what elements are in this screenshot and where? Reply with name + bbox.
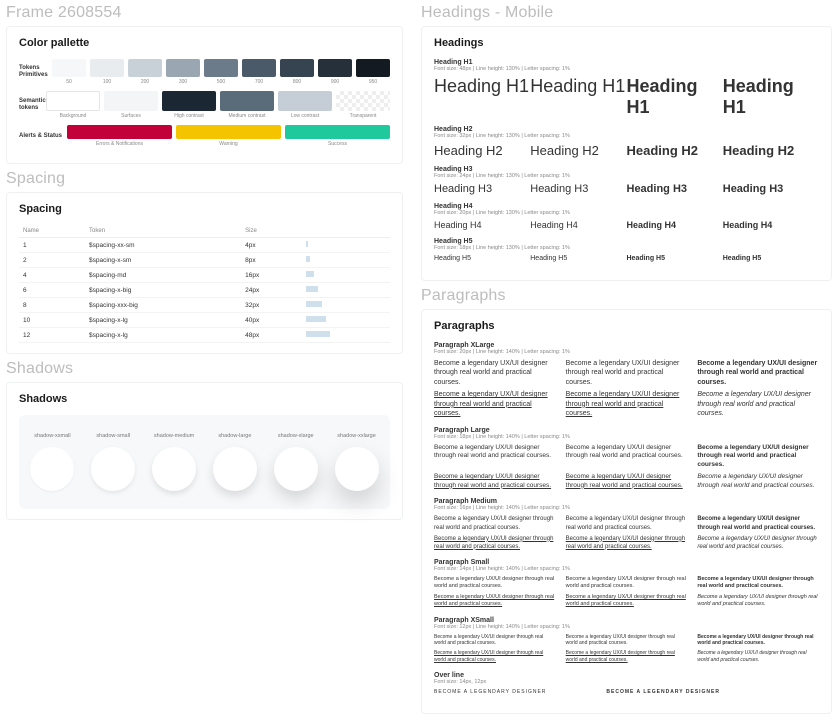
shadows-title: Shadows	[19, 393, 390, 405]
heading-sample: Heading H4	[530, 220, 626, 230]
heading-sample: Heading H1	[723, 76, 819, 118]
heading-sample: Heading H5	[627, 255, 723, 262]
heading-block: Heading H2Font size: 32px | Line height:…	[434, 126, 819, 158]
spacing-row: 8$spacing-xxx-big32px	[19, 298, 390, 313]
heading-sample: Heading H5	[434, 255, 530, 262]
semantic-swatch: Transparent	[336, 91, 390, 119]
overline-sample-bold: BECOME A LEGENDARY DESIGNER	[606, 689, 720, 695]
swatch: 500	[204, 59, 238, 85]
heading-sample: Heading H5	[723, 255, 819, 262]
shadow-sample: shadow-xxlarge	[329, 433, 384, 491]
spacing-row: 1$spacing-xx-sm4px	[19, 238, 390, 253]
paragraphs-title: Paragraphs	[434, 320, 819, 332]
headings-panel: Headings Heading H1Font size: 48px | Lin…	[421, 26, 832, 281]
shadow-sample: shadow-large	[207, 433, 262, 491]
heading-sample: Heading H2	[434, 143, 530, 158]
section-paragraphs: Paragraphs	[421, 287, 838, 305]
heading-block: Heading H1Font size: 48px | Line height:…	[434, 59, 819, 118]
shadows-panel: Shadows shadow-xsmallshadow-smallshadow-…	[6, 382, 403, 520]
heading-sample: Heading H2	[627, 143, 723, 158]
shadow-sample: shadow-xsmall	[25, 433, 80, 491]
spacing-row: 2$spacing-x-sm8px	[19, 253, 390, 268]
heading-sample: Heading H4	[723, 220, 819, 230]
swatch: 700	[242, 59, 276, 85]
semantic-swatch: Surfaces	[104, 91, 158, 119]
color-palette-panel: Color pallette Tokens Primitives 5010020…	[6, 26, 403, 164]
heading-block: Heading H4Font size: 20px | Line height:…	[434, 203, 819, 230]
heading-sample: Heading H4	[434, 220, 530, 230]
swatch: 900	[318, 59, 352, 85]
spacing-row: 12$spacing-x-lg48px	[19, 328, 390, 343]
semantic-swatch: Background	[46, 91, 100, 119]
heading-sample: Heading H3	[723, 183, 819, 195]
heading-sample: Heading H3	[627, 183, 723, 195]
swatch: 800	[280, 59, 314, 85]
shadow-sample: shadow-xlarge	[268, 433, 323, 491]
alert-swatch: Success	[285, 125, 390, 147]
section-shadows: Shadows	[6, 360, 409, 378]
heading-sample: Heading H2	[723, 143, 819, 158]
color-palette-title: Color pallette	[19, 37, 390, 49]
heading-sample: Heading H1	[627, 76, 723, 118]
overline-spec: Font size: 14px, 12px	[434, 679, 819, 685]
heading-sample: Heading H2	[530, 143, 626, 158]
semantic-swatch: Medium contrast	[220, 91, 274, 119]
paragraph-block: Paragraph MediumFont size: 16px | Line h…	[434, 498, 819, 550]
paragraph-block: Paragraph XSmallFont size: 12px | Line h…	[434, 617, 819, 664]
alert-swatch: Warning	[176, 125, 281, 147]
semantic-swatch: High contrast	[162, 91, 216, 119]
heading-block: Heading H5Font size: 18px | Line height:…	[434, 238, 819, 262]
spacing-row: 10$spacing-x-lg40px	[19, 313, 390, 328]
heading-sample: Heading H1	[530, 76, 626, 118]
overline-sample: BECOME A LEGENDARY DESIGNER	[434, 689, 546, 695]
shadow-sample: shadow-medium	[147, 433, 202, 491]
section-spacing: Spacing	[6, 170, 409, 188]
swatch: 300	[166, 59, 200, 85]
paragraph-block: Paragraph SmallFont size: 14px | Line he…	[434, 559, 819, 609]
alert-swatch: Errors & Notifications	[67, 125, 172, 147]
heading-sample: Heading H3	[530, 183, 626, 195]
semantic-swatch: Low contrast	[278, 91, 332, 119]
alerts-label: Alerts & Status	[19, 133, 67, 140]
swatch: 950	[356, 59, 390, 85]
overline-name: Over line	[434, 672, 819, 679]
primitives-label: Tokens Primitives	[19, 65, 52, 78]
shadow-sample: shadow-small	[86, 433, 141, 491]
heading-sample: Heading H5	[530, 255, 626, 262]
paragraph-block: Paragraph LargeFont size: 18px | Line he…	[434, 427, 819, 491]
heading-sample: Heading H4	[627, 220, 723, 230]
swatch: 200	[128, 59, 162, 85]
swatch: 100	[90, 59, 124, 85]
section-headings: Headings - Mobile	[421, 4, 838, 22]
headings-title: Headings	[434, 37, 819, 49]
spacing-row: 4$spacing-md16px	[19, 268, 390, 283]
heading-block: Heading H3Font size: 24px | Line height:…	[434, 166, 819, 195]
heading-sample: Heading H3	[434, 183, 530, 195]
heading-sample: Heading H1	[434, 76, 530, 118]
section-frame: Frame 2608554	[6, 4, 409, 22]
spacing-panel: Spacing NameTokenSize 1$spacing-xx-sm4px…	[6, 192, 403, 354]
paragraph-block: Paragraph XLargeFont size: 20px | Line h…	[434, 342, 819, 419]
semantic-label: Semantic tokens	[19, 98, 46, 111]
swatch: 50	[52, 59, 86, 85]
paragraphs-panel: Paragraphs Paragraph XLargeFont size: 20…	[421, 309, 832, 714]
spacing-row: 6$spacing-x-big24px	[19, 283, 390, 298]
spacing-table: NameTokenSize 1$spacing-xx-sm4px2$spacin…	[19, 225, 390, 343]
spacing-title: Spacing	[19, 203, 390, 215]
